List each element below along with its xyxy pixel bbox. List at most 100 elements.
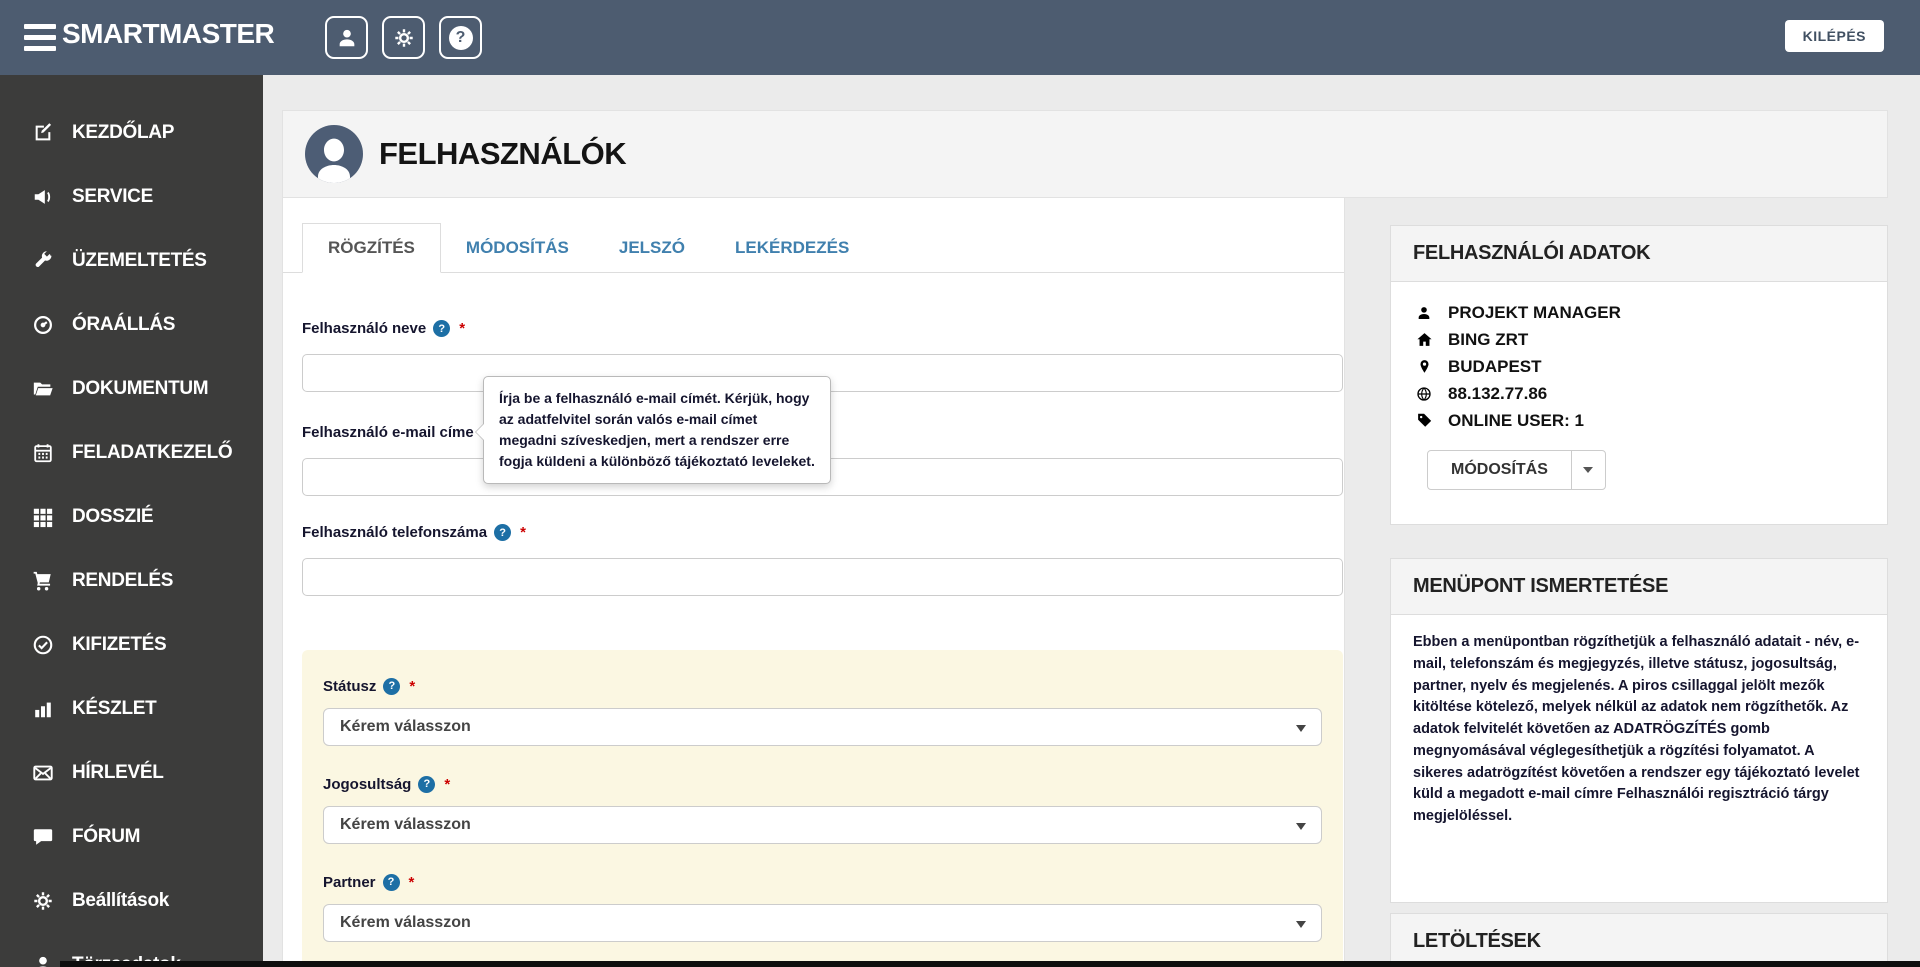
app-brand: SMARTMASTER: [62, 18, 274, 50]
user-data-panel: FELHASZNÁLÓI ADATOK PROJEKT MANAGER BING…: [1390, 225, 1888, 525]
sidebar-item-label: KIFIZETÉS: [72, 634, 166, 656]
required-asterisk: *: [459, 320, 465, 337]
panel-title: FELHASZNÁLÓI ADATOK: [1391, 226, 1887, 282]
hamburger-menu-icon[interactable]: [24, 24, 56, 51]
sidebar-item-label: FELADATKEZELŐ: [72, 442, 232, 464]
logout-button[interactable]: KILÉPÉS: [1785, 20, 1884, 52]
sidebar-item-label: Beállítások: [72, 890, 169, 912]
comment-icon: [30, 826, 56, 848]
sidebar-item-label: RENDELÉS: [72, 570, 173, 592]
help-icon[interactable]: ?: [383, 678, 400, 695]
calendar-icon: [30, 442, 56, 464]
gauge-icon: [30, 314, 56, 336]
tags-icon: [1413, 412, 1435, 429]
list-item: 88.132.77.86: [1413, 380, 1865, 407]
sidebar-item-kifizetes[interactable]: KIFIZETÉS: [0, 613, 263, 677]
select-value: Kérem válasszon: [340, 718, 471, 736]
help-button[interactable]: ?: [439, 16, 482, 59]
list-item: PROJEKT MANAGER: [1413, 299, 1865, 326]
user-icon: [30, 954, 56, 967]
required-asterisk: *: [409, 874, 415, 891]
sidebar-item-label: ÓRAÁLLÁS: [72, 314, 175, 336]
sidebar-item-label: HÍRLEVÉL: [72, 762, 164, 784]
settings-button[interactable]: [382, 16, 425, 59]
map-marker-icon: [1413, 358, 1435, 375]
required-asterisk: *: [409, 678, 415, 695]
status-select[interactable]: Kérem válasszon: [323, 708, 1322, 746]
modify-split-button[interactable]: MÓDOSÍTÁS: [1427, 450, 1606, 490]
help-icon[interactable]: ?: [494, 524, 511, 541]
gear-icon: [393, 27, 415, 49]
tab-lekerdezes[interactable]: LEKÉRDEZÉS: [710, 224, 874, 272]
sidebar-item-label: ÜZEMELTETÉS: [72, 250, 207, 272]
permission-label: Jogosultság ? *: [323, 774, 1322, 794]
help-icon[interactable]: ?: [383, 874, 400, 891]
caret-down-icon: [1296, 823, 1306, 830]
avatar: [305, 125, 363, 183]
phone-label: Felhasználó telefonszáma ? *: [302, 524, 526, 541]
sidebar-item-rendeles[interactable]: RENDELÉS: [0, 549, 263, 613]
main-content: FELHASZNÁLÓK RÖGZÍTÉS MÓDOSÍTÁS JELSZÓ L…: [263, 75, 1920, 967]
modify-button-label[interactable]: MÓDOSÍTÁS: [1428, 451, 1571, 489]
caret-down-icon: [1296, 725, 1306, 732]
folder-icon: [30, 378, 56, 400]
list-item: BUDAPEST: [1413, 353, 1865, 380]
sidebar-item-label: KEZDŐLAP: [72, 122, 174, 144]
caret-down-icon: [1296, 921, 1306, 928]
required-asterisk: *: [444, 776, 450, 793]
menu-description-panel: MENÜPONT ISMERTETÉSE Ebben a menüpontban…: [1390, 558, 1888, 903]
sidebar-item-dosszie[interactable]: DOSSZIÉ: [0, 485, 263, 549]
sidebar-nav: KEZDŐLAP SERVICE ÜZEMELTETÉS ÓRAÁLLÁS DO…: [0, 75, 263, 967]
profile-button[interactable]: [325, 16, 368, 59]
list-item: BING ZRT: [1413, 326, 1865, 353]
bottom-edge-bar: [60, 961, 1920, 967]
check-circle-icon: [30, 634, 56, 656]
menu-description-text: Ebben a menüpontban rögzíthetjük a felha…: [1413, 632, 1865, 828]
select-value: Kérem válasszon: [340, 914, 471, 932]
edit-icon: [30, 122, 56, 144]
cart-icon: [30, 570, 56, 592]
top-navbar: SMARTMASTER ? KILÉPÉS: [0, 0, 1920, 75]
list-item: ONLINE USER: 1: [1413, 407, 1865, 434]
partner-select[interactable]: Kérem válasszon: [323, 904, 1322, 942]
help-icon[interactable]: ?: [433, 320, 450, 337]
sidebar-item-dokumentum[interactable]: DOKUMENTUM: [0, 357, 263, 421]
megaphone-icon: [30, 186, 56, 208]
user-icon: [1413, 305, 1435, 321]
home-icon: [1413, 331, 1435, 348]
page-title: FELHASZNÁLÓK: [379, 136, 626, 172]
sidebar-item-uzemeltetes[interactable]: ÜZEMELTETÉS: [0, 229, 263, 293]
page-header: FELHASZNÁLÓK: [282, 110, 1888, 198]
sidebar-item-feladatkezelo[interactable]: FELADATKEZELŐ: [0, 421, 263, 485]
permission-select[interactable]: Kérem válasszon: [323, 806, 1322, 844]
sidebar-item-hirlevel[interactable]: HÍRLEVÉL: [0, 741, 263, 805]
dropdown-toggle[interactable]: [1571, 451, 1605, 489]
sidebar-item-service[interactable]: SERVICE: [0, 165, 263, 229]
tab-rogzites[interactable]: RÖGZÍTÉS: [302, 223, 441, 273]
select-value: Kérem válasszon: [340, 816, 471, 834]
panel-title: LETÖLTÉSEK: [1391, 914, 1887, 967]
email-tooltip: Írja be a felhasználó e-mail címét. Kérj…: [483, 376, 831, 484]
sidebar-item-beallitasok[interactable]: Beállítások: [0, 869, 263, 933]
bar-chart-icon: [30, 698, 56, 720]
tab-bar: RÖGZÍTÉS MÓDOSÍTÁS JELSZÓ LEKÉRDEZÉS: [283, 198, 1344, 273]
gear-icon: [30, 890, 56, 912]
sidebar-item-keszlet[interactable]: KÉSZLET: [0, 677, 263, 741]
tab-modositas[interactable]: MÓDOSÍTÁS: [441, 224, 594, 272]
sidebar-item-label: FÓRUM: [72, 826, 140, 848]
form-card: RÖGZÍTÉS MÓDOSÍTÁS JELSZÓ LEKÉRDEZÉS Fel…: [282, 198, 1345, 967]
wrench-icon: [30, 250, 56, 272]
sidebar-item-oraallas[interactable]: ÓRAÁLLÁS: [0, 293, 263, 357]
username-label: Felhasználó neve ? *: [302, 320, 465, 337]
tab-jelszo[interactable]: JELSZÓ: [594, 224, 710, 272]
downloads-panel: LETÖLTÉSEK: [1390, 913, 1888, 967]
globe-icon: [1413, 386, 1435, 402]
sidebar-item-forum[interactable]: FÓRUM: [0, 805, 263, 869]
user-icon: [336, 27, 358, 49]
sidebar-item-label: DOSSZIÉ: [72, 506, 153, 528]
panel-title: MENÜPONT ISMERTETÉSE: [1391, 559, 1887, 615]
sidebar-item-label: SERVICE: [72, 186, 153, 208]
help-icon[interactable]: ?: [418, 776, 435, 793]
sidebar-item-kezdolap[interactable]: KEZDŐLAP: [0, 101, 263, 165]
phone-input[interactable]: [302, 558, 1343, 596]
